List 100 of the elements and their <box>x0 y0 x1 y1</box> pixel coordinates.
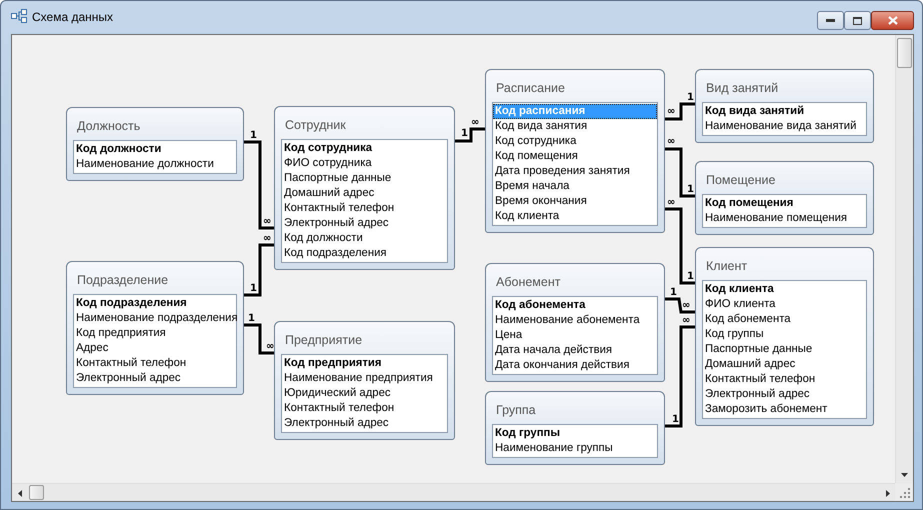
vertical-scrollbar[interactable] <box>895 35 913 483</box>
table-window[interactable]: Абонемент Код абонемента Наименование абонемента Цена Дата начала действия Дата окончания действия <box>485 263 665 382</box>
scroll-thumb[interactable] <box>897 38 912 68</box>
cardinality-label: ∞ <box>667 106 676 117</box>
field-item[interactable]: Цена <box>493 328 657 343</box>
table-title: Помещение <box>705 172 776 189</box>
field-item[interactable]: Код абонемента <box>493 298 657 313</box>
field-item[interactable]: ФИО клиента <box>703 297 866 312</box>
field-item[interactable]: Код сотрудника <box>282 141 447 156</box>
field-item[interactable]: Дата проведения занятия <box>493 164 657 179</box>
table-window[interactable]: Группа Код группы Наименование группы <box>485 391 665 465</box>
field-item[interactable]: Код предприятия <box>74 326 236 341</box>
field-item[interactable]: Домашний адрес <box>282 186 447 201</box>
table-title: Сотрудник <box>284 117 347 134</box>
field-item[interactable]: Паспортные данные <box>282 171 447 186</box>
relationship-line[interactable] <box>665 102 695 120</box>
field-item[interactable]: Код группы <box>493 426 657 441</box>
field-item[interactable]: Контактный телефон <box>703 372 866 387</box>
field-item[interactable]: Код подразделения <box>282 246 447 261</box>
field-item[interactable]: Паспортные данные <box>703 342 866 357</box>
field-item[interactable]: Юридический адрес <box>282 386 447 401</box>
field-item[interactable]: Наименование подразделения <box>74 311 236 326</box>
cardinality-label: ∞ <box>263 216 272 227</box>
field-item[interactable]: Код подразделения <box>74 296 236 311</box>
field-item[interactable]: Код должности <box>74 142 236 157</box>
table-window[interactable]: Сотрудник Код сотрудника ФИО сотрудника Паспортные данные Домашний адрес Контактный телефон Электронный адрес Код должности Код подразделения <box>274 106 455 270</box>
field-item[interactable]: Электронный адрес <box>282 416 447 431</box>
minimize-button[interactable] <box>817 11 844 30</box>
field-item[interactable]: Контактный телефон <box>282 401 447 416</box>
cardinality-label: ∞ <box>667 136 676 147</box>
relationship-line[interactable] <box>665 208 695 284</box>
relationship-line[interactable] <box>665 298 695 314</box>
table-title: Подразделение <box>76 272 170 289</box>
cardinality-label: 1 <box>248 313 255 324</box>
field-item[interactable]: Код должности <box>282 231 447 246</box>
table-title: Абонемент <box>495 274 562 291</box>
field-item[interactable]: Код группы <box>703 327 866 342</box>
relationship-line[interactable] <box>244 244 274 296</box>
relationship-line[interactable] <box>455 128 485 142</box>
scroll-left-icon[interactable] <box>18 490 22 497</box>
minimize-icon <box>826 19 835 22</box>
table-window[interactable]: Подразделение Код подразделения Наименование подразделения Код предприятия Адрес Контактный телефон Электронный адрес <box>66 261 244 395</box>
field-item[interactable]: Код вида занятий <box>703 104 866 119</box>
horizontal-scrollbar[interactable] <box>12 483 896 501</box>
field-item[interactable]: Код сотрудника <box>493 134 657 149</box>
cardinality-label: 1 <box>687 92 694 103</box>
diagram-icon <box>11 9 27 23</box>
field-item[interactable]: Дата окончания действия <box>493 358 657 373</box>
table-window[interactable]: Вид занятий Код вида занятий Наименование вида занятий <box>695 69 874 143</box>
field-item[interactable]: Код предприятия <box>282 356 447 371</box>
scroll-down-icon[interactable] <box>901 473 908 477</box>
field-item[interactable]: Код клиента <box>493 209 657 224</box>
relationship-line[interactable] <box>665 326 695 428</box>
table-title: Расписание <box>495 80 566 97</box>
field-item[interactable]: Электронный адрес <box>74 371 236 386</box>
field-item[interactable]: Код вида занятия <box>493 119 657 134</box>
field-item[interactable]: Наименование абонемента <box>493 313 657 328</box>
relationship-line[interactable] <box>665 148 695 198</box>
field-item[interactable]: Электронный адрес <box>282 216 447 231</box>
field-item[interactable]: Время начала <box>493 179 657 194</box>
table-window[interactable]: Предприятие Код предприятия Наименование предприятия Юридический адрес Контактный телефон Электронный адрес <box>274 321 455 440</box>
field-item[interactable]: Наименование должности <box>74 157 236 172</box>
field-item[interactable]: Наименование группы <box>493 441 657 456</box>
scroll-right-icon[interactable] <box>886 490 890 497</box>
field-item[interactable]: Контактный телефон <box>74 356 236 371</box>
field-item[interactable]: Наименование предприятия <box>282 371 447 386</box>
relationship-line[interactable] <box>244 324 274 354</box>
field-item[interactable]: Наименование вида занятий <box>703 119 866 134</box>
field-item[interactable]: Заморозить абонемент <box>703 402 866 417</box>
field-item[interactable]: Код абонемента <box>703 312 866 327</box>
table-window[interactable]: Расписание Код расписания Код вида занятия Код сотрудника Код помещения Дата проведения занятия Время начала Время окончания Код клиента <box>485 69 665 233</box>
field-item[interactable]: Время окончания <box>493 194 657 209</box>
table-title: Вид занятий <box>705 80 780 97</box>
table-window[interactable]: Помещение Код помещения Наименование помещения <box>695 161 874 235</box>
field-item[interactable]: Наименование помещения <box>703 211 866 226</box>
field-item[interactable]: Контактный телефон <box>282 201 447 216</box>
field-item[interactable]: ФИО сотрудника <box>282 156 447 171</box>
cardinality-label: ∞ <box>266 341 274 352</box>
cardinality-label: 1 <box>250 283 257 294</box>
resize-grip-icon[interactable] <box>900 488 910 498</box>
field-item[interactable]: Код клиента <box>703 282 866 297</box>
scroll-thumb[interactable] <box>29 485 44 500</box>
field-item[interactable]: Код помещения <box>493 149 657 164</box>
field-item[interactable]: Электронный адрес <box>703 387 866 402</box>
close-button[interactable] <box>871 11 914 30</box>
table-title: Предприятие <box>284 332 364 349</box>
field-item[interactable]: Код помещения <box>703 196 866 211</box>
cardinality-label: 1 <box>250 130 257 141</box>
field-item[interactable]: Дата начала действия <box>493 343 657 358</box>
table-title: Группа <box>495 402 537 419</box>
table-window[interactable]: Клиент Код клиента ФИО клиента Код абонемента Код группы Паспортные данные Домашний адрес Контактный телефон Электронный адрес Заморозить абонемент <box>695 247 874 426</box>
field-item[interactable]: Домашний адрес <box>703 357 866 372</box>
cardinality-label: ∞ <box>667 197 676 208</box>
field-item[interactable]: Адрес <box>74 341 236 356</box>
table-window[interactable]: Должность Код должности Наименование должности <box>66 107 244 181</box>
maximize-button[interactable] <box>844 11 871 30</box>
cardinality-label: 1 <box>687 271 694 282</box>
cardinality-label: 1 <box>672 414 679 425</box>
relationship-line[interactable] <box>244 140 274 230</box>
cardinality-label: 1 <box>670 287 677 298</box>
